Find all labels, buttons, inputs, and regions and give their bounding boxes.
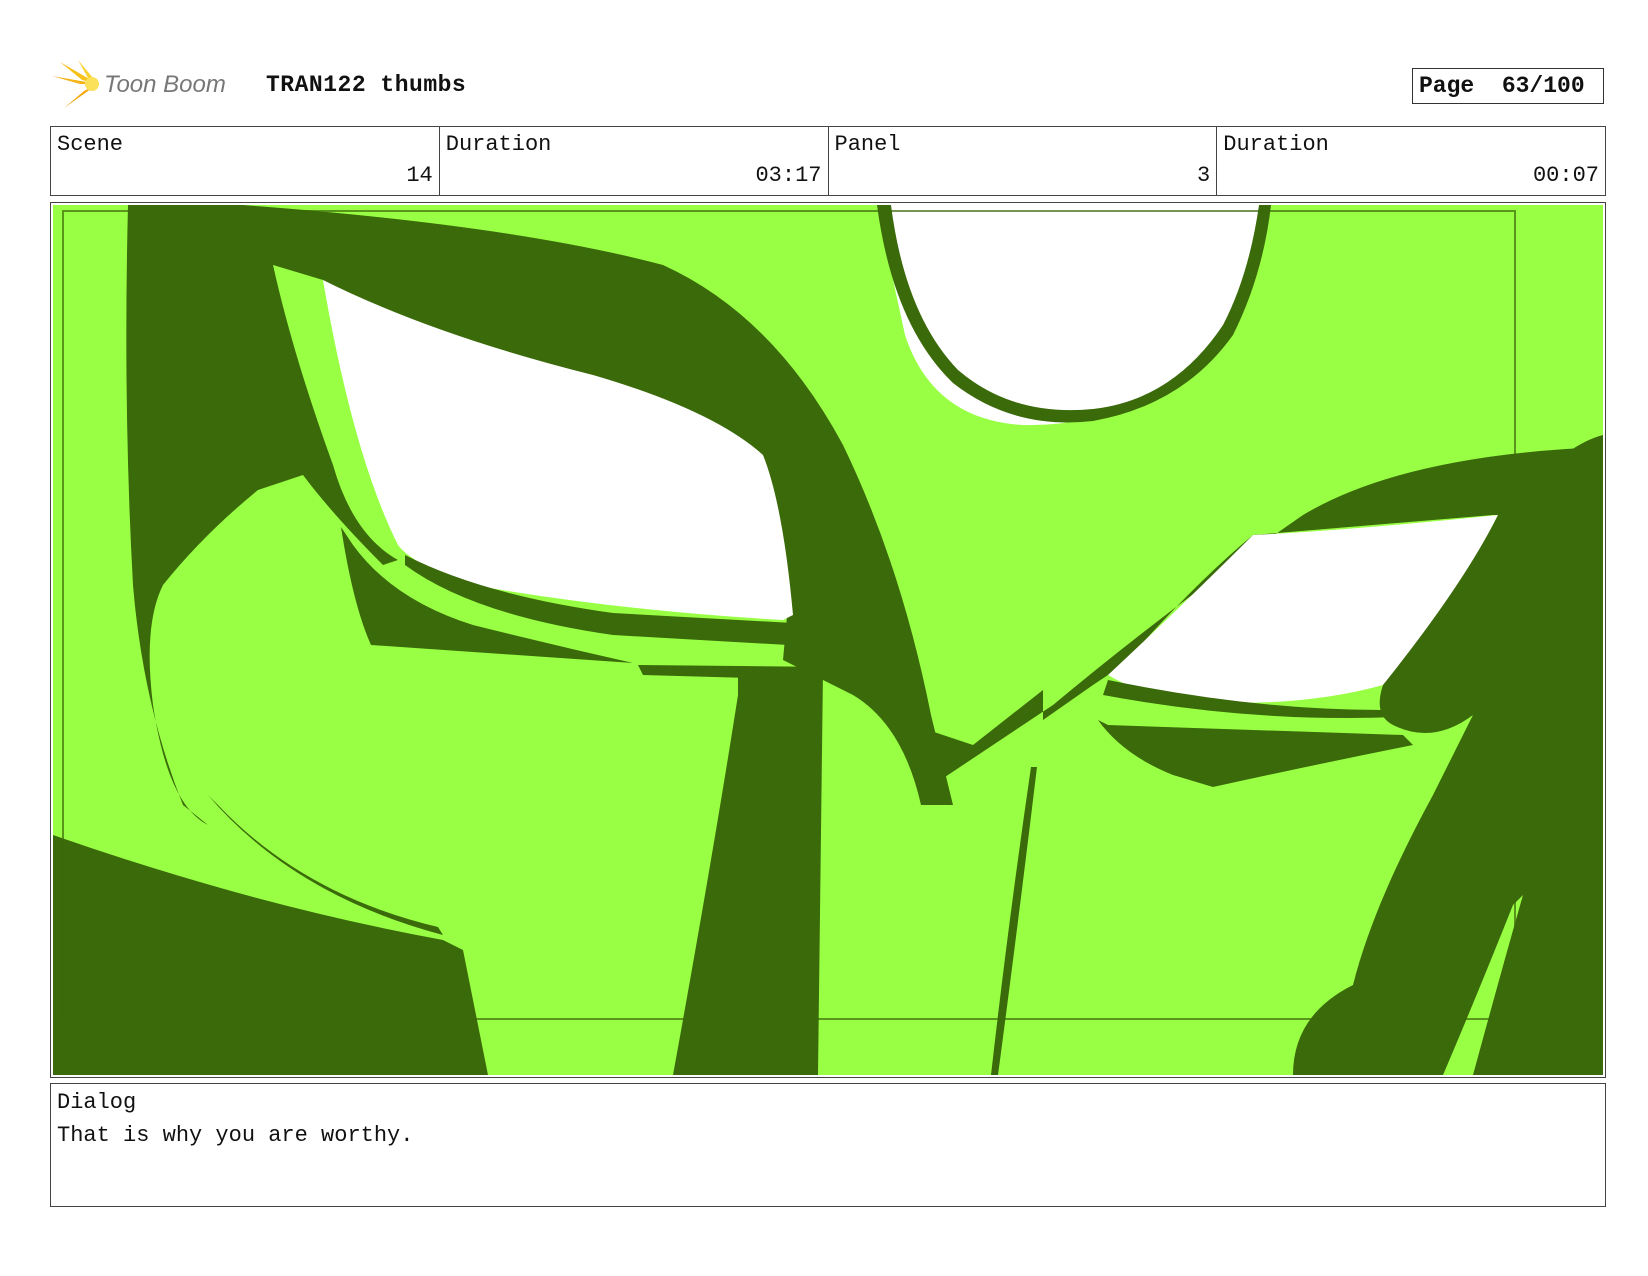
scene-value: 14 xyxy=(406,163,433,188)
scene-duration-label: Duration xyxy=(445,132,552,157)
panel-drawing xyxy=(53,205,1603,1075)
scene-duration-cell: Duration 03:17 xyxy=(440,127,829,195)
page-indicator: Page 63/100 xyxy=(1412,68,1604,104)
page-number: 63/100 xyxy=(1501,73,1585,99)
panel-label: Panel xyxy=(834,132,901,157)
panel-duration-label: Duration xyxy=(1223,132,1329,157)
document-title: TRAN122 thumbs xyxy=(266,72,467,98)
scene-cell: Scene 14 xyxy=(51,127,440,195)
svg-text:Toon Boom: Toon Boom xyxy=(104,71,226,98)
dialog-label: Dialog xyxy=(57,1090,137,1115)
panel-duration-value: 00:07 xyxy=(1532,163,1599,188)
panel-cell: Panel 3 xyxy=(829,127,1218,195)
panel-value: 3 xyxy=(1197,163,1211,188)
dialog-text: That is why you are worthy. xyxy=(57,1123,414,1148)
dialog-box: Dialog That is why you are worthy. xyxy=(50,1083,1606,1207)
scene-duration-value: 03:17 xyxy=(755,163,822,188)
scene-label: Scene xyxy=(57,132,124,157)
storyboard-panel xyxy=(50,202,1606,1078)
page-label: Page xyxy=(1419,73,1475,99)
starburst-icon xyxy=(52,60,99,108)
panel-duration-cell: Duration 00:07 xyxy=(1217,127,1605,195)
panel-info-table: Scene 14 Duration 03:17 Panel 3 Duration… xyxy=(50,126,1606,196)
toon-boom-logo: Toon Boom xyxy=(52,58,252,112)
